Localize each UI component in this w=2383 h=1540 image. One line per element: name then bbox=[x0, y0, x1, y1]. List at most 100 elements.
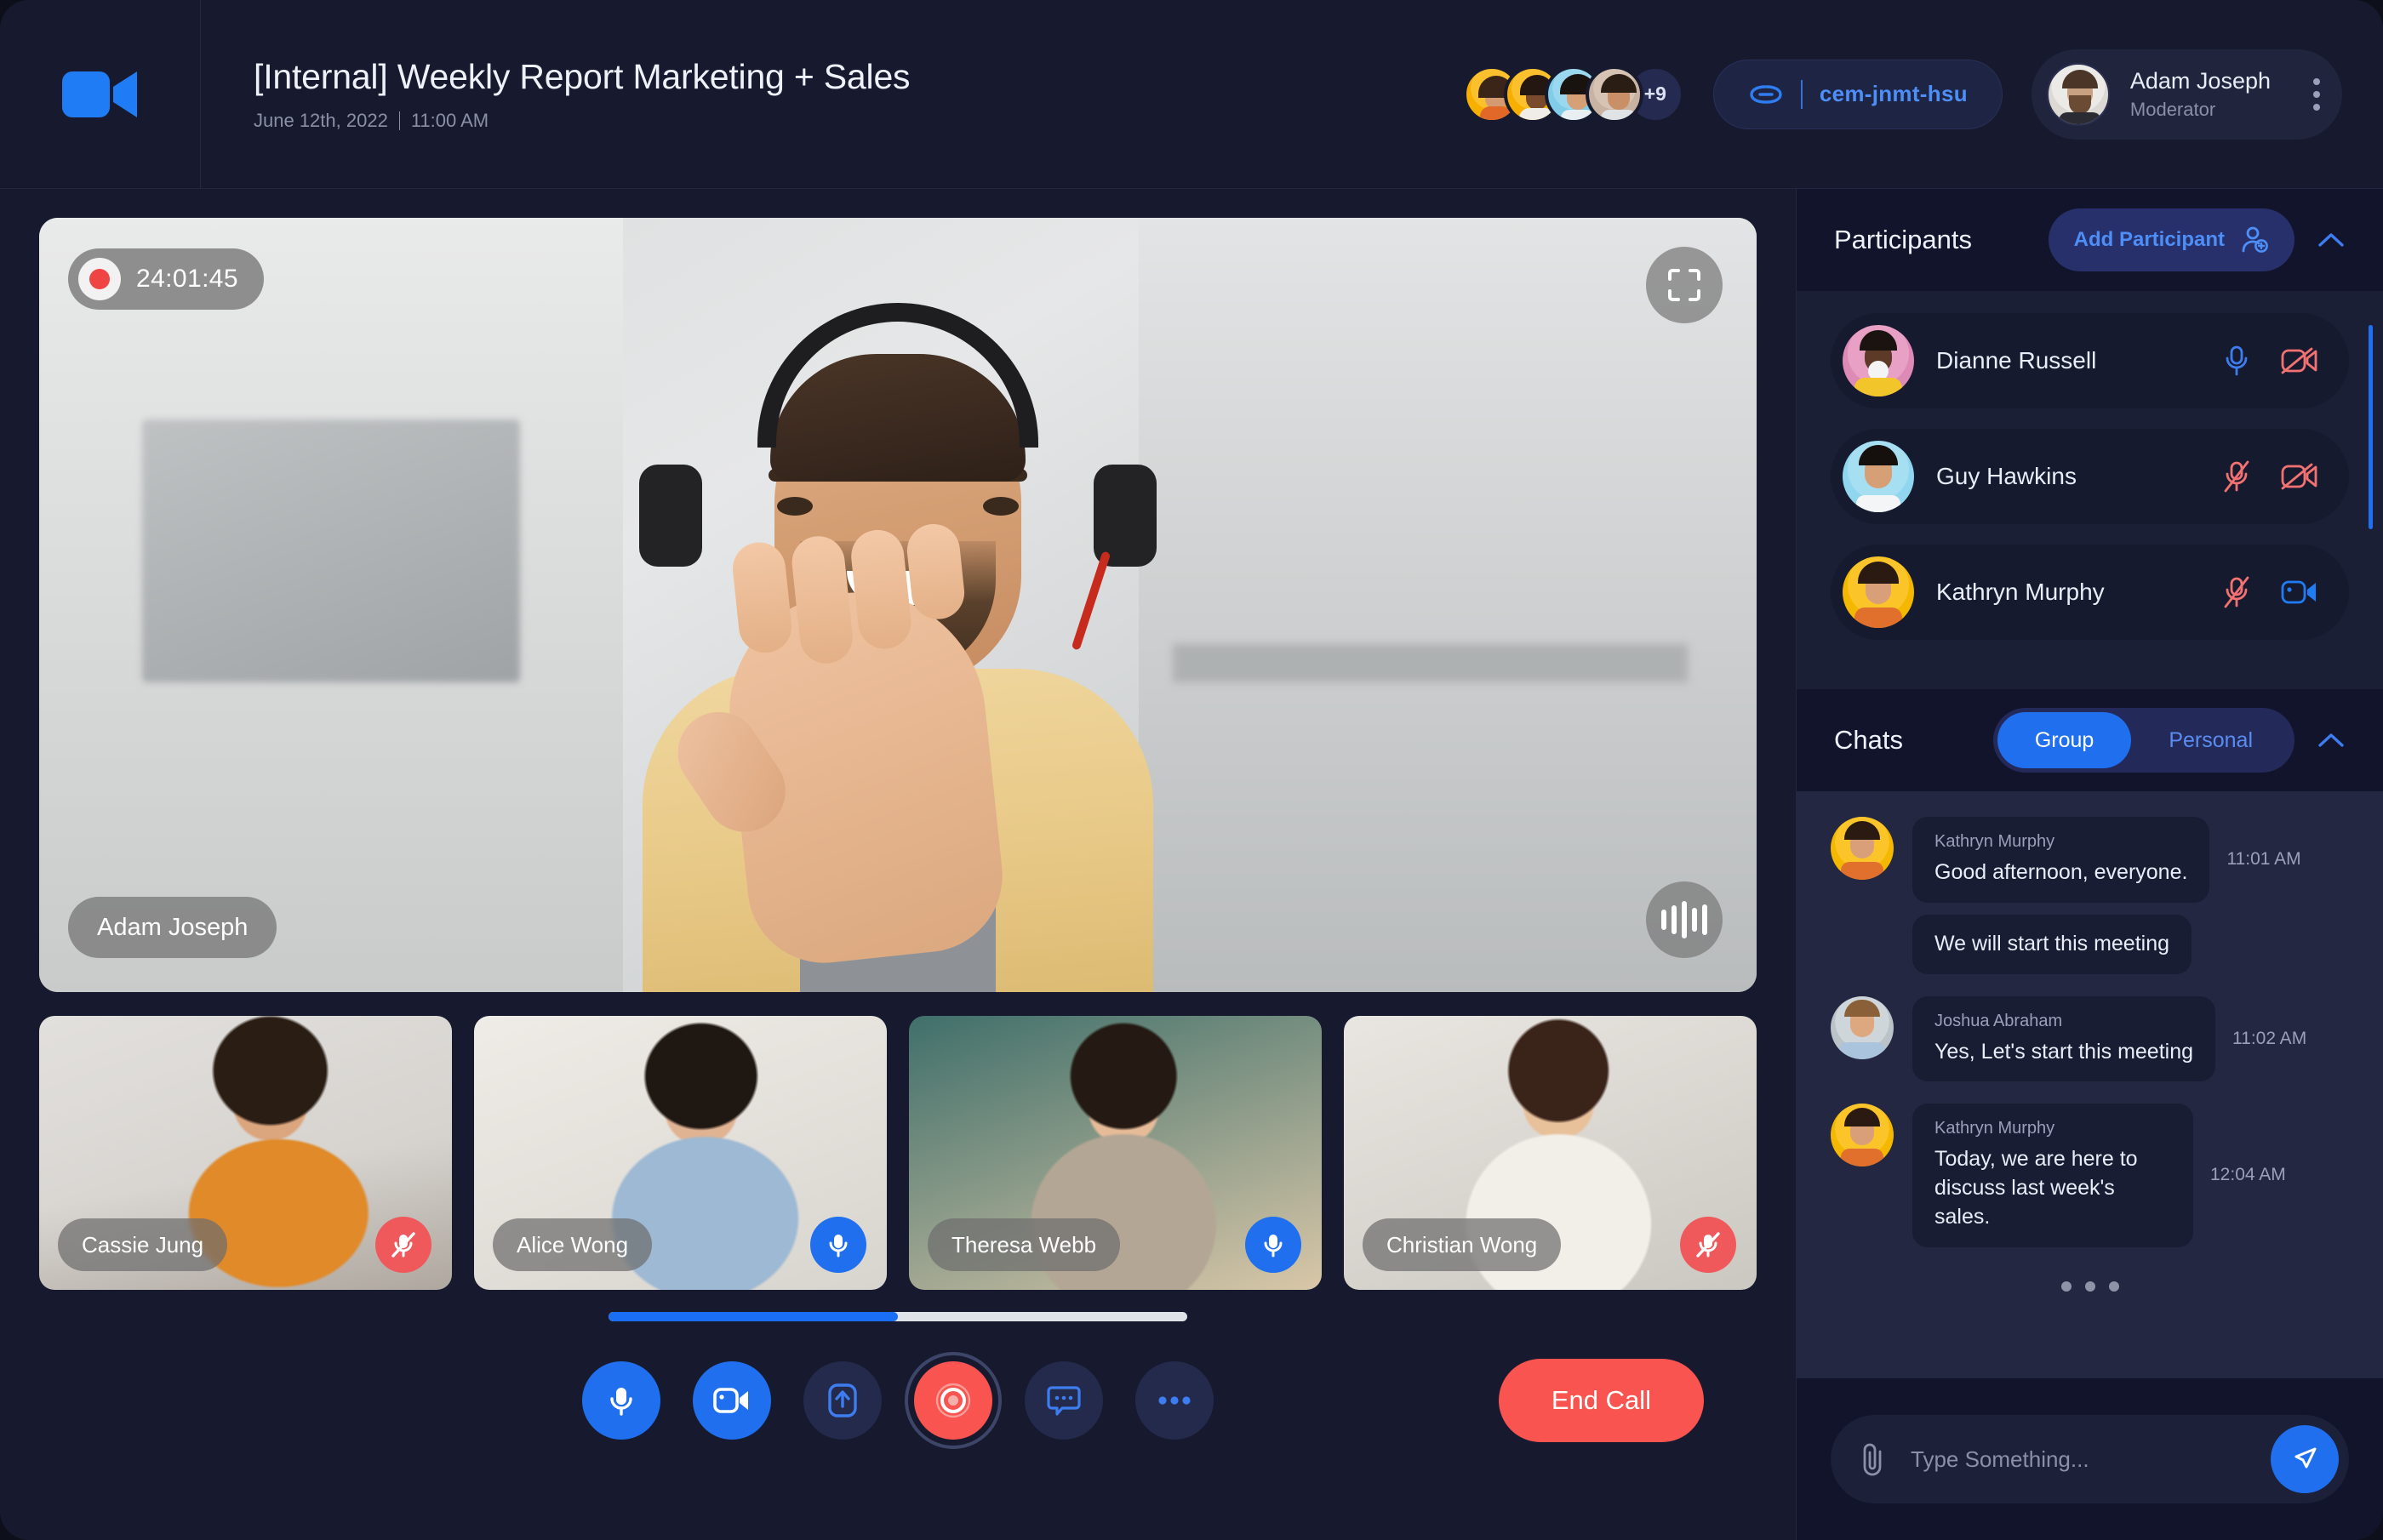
call-controls-group bbox=[582, 1352, 1214, 1449]
camera-off-icon[interactable] bbox=[2281, 346, 2318, 375]
avatar bbox=[1831, 1104, 1894, 1167]
thumbnail-name: Christian Wong bbox=[1363, 1218, 1562, 1271]
chat-sender: Kathryn Murphy bbox=[1934, 832, 2055, 851]
collapse-chats-button[interactable] bbox=[2317, 726, 2346, 755]
chat-text: Yes, Let's start this meeting bbox=[1934, 1039, 2194, 1064]
participant-row[interactable]: Guy Hawkins bbox=[1831, 429, 2349, 524]
chat-sender: Kathryn Murphy bbox=[1934, 1119, 2055, 1138]
filmstrip-scrollbar-thumb[interactable] bbox=[609, 1312, 898, 1321]
chat-message-group: Kathryn Murphy Good afternoon, everyone.… bbox=[1831, 817, 2349, 974]
mic-off-icon[interactable] bbox=[2221, 575, 2252, 609]
chat-bubble: Joshua Abraham Yes, Let's start this mee… bbox=[1912, 995, 2216, 1082]
participants-title: Participants bbox=[1834, 225, 1972, 254]
avatar bbox=[1843, 325, 1914, 396]
participant-status-icons bbox=[2221, 344, 2318, 378]
chat-timestamp: 11:01 AM bbox=[2226, 849, 2301, 870]
chat-pagination-dots[interactable] bbox=[1831, 1280, 2349, 1292]
mic-on-icon[interactable] bbox=[810, 1217, 866, 1273]
camera-off-icon[interactable] bbox=[2281, 462, 2318, 491]
chats-title: Chats bbox=[1834, 725, 1903, 755]
video-camera-icon bbox=[713, 1388, 748, 1413]
send-message-button[interactable] bbox=[2271, 1425, 2339, 1493]
more-dots-icon bbox=[1158, 1396, 1191, 1405]
thumbnail-tile[interactable]: Cassie Jung bbox=[39, 1016, 452, 1290]
participant-name: Guy Hawkins bbox=[1936, 463, 2077, 489]
avatar bbox=[1585, 65, 1643, 123]
chevron-up-icon bbox=[2318, 233, 2344, 247]
thumbnail-tile[interactable]: Christian Wong bbox=[1344, 1016, 1757, 1290]
chat-message: Kathryn Murphy Good afternoon, everyone.… bbox=[1912, 817, 2349, 903]
more-options-button[interactable] bbox=[1135, 1361, 1214, 1440]
paperclip-icon[interactable] bbox=[1860, 1440, 1889, 1479]
link-icon bbox=[1750, 84, 1782, 104]
meeting-id-pill[interactable]: cem-jnmt-hsu bbox=[1712, 59, 2003, 129]
profile-role: Moderator bbox=[2129, 98, 2216, 120]
speaker-name-badge: Adam Joseph bbox=[68, 897, 277, 958]
thumbnail-tile[interactable]: Alice Wong bbox=[474, 1016, 887, 1290]
record-button[interactable] bbox=[905, 1352, 1002, 1449]
fullscreen-icon[interactable] bbox=[1646, 247, 1723, 323]
collapse-participants-button[interactable] bbox=[2317, 225, 2346, 254]
mic-on-icon[interactable] bbox=[2221, 344, 2252, 378]
speaker-video-figure bbox=[634, 294, 1162, 992]
chat-text: We will start this meeting bbox=[1934, 931, 2170, 955]
mic-off-icon[interactable] bbox=[375, 1217, 431, 1273]
chat-input-wrapper[interactable]: Type Something... bbox=[1831, 1415, 2349, 1503]
participants-list: Dianne Russell Guy Hawkins Kathryn Murph… bbox=[1797, 291, 2383, 689]
send-icon bbox=[2294, 1447, 2317, 1469]
audio-waveform-icon[interactable] bbox=[1646, 881, 1723, 958]
end-call-button[interactable]: End Call bbox=[1498, 1359, 1704, 1442]
chat-message-stack: Kathryn Murphy Good afternoon, everyone.… bbox=[1912, 817, 2349, 974]
chat-scope-toggle: Group Personal bbox=[1992, 708, 2294, 773]
call-controls-bar: End Call bbox=[39, 1321, 1757, 1492]
camera-toggle-button[interactable] bbox=[693, 1361, 771, 1440]
share-screen-button[interactable] bbox=[803, 1361, 882, 1440]
participant-row[interactable]: Dianne Russell bbox=[1831, 313, 2349, 408]
mic-on-icon[interactable] bbox=[1245, 1217, 1301, 1273]
datetime-divider bbox=[398, 111, 400, 131]
participant-row[interactable]: Kathryn Murphy bbox=[1831, 545, 2349, 640]
main-video-tile[interactable]: 24:01:45 Adam Joseph bbox=[39, 218, 1757, 992]
avatar bbox=[2046, 62, 2110, 126]
chat-sender: Joshua Abraham bbox=[1934, 1011, 2063, 1030]
participant-filmstrip: Cassie Jung Alice Wong Theresa Webb Chri… bbox=[39, 1016, 1757, 1290]
profile-name: Adam Joseph bbox=[2129, 67, 2271, 94]
mic-off-icon[interactable] bbox=[2221, 459, 2252, 493]
chat-bubble: Kathryn Murphy Good afternoon, everyone. bbox=[1912, 817, 2210, 903]
user-profile-pill[interactable]: Adam Joseph Moderator bbox=[2031, 48, 2342, 140]
participant-avatar-stack[interactable]: +9 bbox=[1462, 65, 1684, 123]
chat-message-list[interactable]: Kathryn Murphy Good afternoon, everyone.… bbox=[1797, 791, 2383, 1378]
app-body: 24:01:45 Adam Joseph Cassie Jung Alice W… bbox=[0, 189, 2383, 1540]
camera-on-icon[interactable] bbox=[2281, 578, 2318, 607]
chats-panel-header: Chats Group Personal bbox=[1797, 689, 2383, 791]
chat-message-group: Joshua Abraham Yes, Let's start this mee… bbox=[1831, 995, 2349, 1082]
record-dot-icon bbox=[78, 258, 121, 300]
tab-group[interactable]: Group bbox=[1997, 712, 2132, 768]
tab-personal[interactable]: Personal bbox=[2131, 712, 2290, 768]
video-stage: 24:01:45 Adam Joseph Cassie Jung Alice W… bbox=[0, 189, 1796, 1540]
meeting-time: 11:00 AM bbox=[410, 110, 489, 132]
mic-toggle-button[interactable] bbox=[582, 1361, 660, 1440]
chat-bubble: Kathryn Murphy Today, we are here to dis… bbox=[1912, 1104, 2193, 1247]
chat-toggle-button[interactable] bbox=[1025, 1361, 1103, 1440]
right-sidebar: Participants Add Participant Dianne Russ… bbox=[1796, 189, 2383, 1540]
share-screen-icon bbox=[828, 1383, 857, 1417]
chat-timestamp: 12:04 AM bbox=[2210, 1165, 2286, 1185]
thumbnail-name: Alice Wong bbox=[493, 1218, 653, 1271]
filmstrip-scrollbar[interactable] bbox=[609, 1312, 1187, 1321]
avatar bbox=[1843, 556, 1914, 628]
participant-name: Kathryn Murphy bbox=[1936, 579, 2105, 605]
thumbnail-tile[interactable]: Theresa Webb bbox=[909, 1016, 1322, 1290]
add-user-icon bbox=[2242, 226, 2268, 253]
profile-text: Adam Joseph Moderator bbox=[2130, 68, 2271, 121]
mic-off-icon[interactable] bbox=[1680, 1217, 1736, 1273]
app-logo[interactable] bbox=[0, 0, 201, 188]
add-participant-label: Add Participant bbox=[2073, 228, 2225, 251]
chat-message-stack: Joshua Abraham Yes, Let's start this mee… bbox=[1912, 995, 2349, 1082]
chat-bubble-icon bbox=[1047, 1386, 1081, 1416]
kebab-menu-icon[interactable] bbox=[2313, 77, 2320, 111]
thumbnail-name: Theresa Webb bbox=[928, 1218, 1121, 1271]
chat-timestamp: 11:02 AM bbox=[2232, 1028, 2307, 1048]
participants-scrollbar[interactable] bbox=[2369, 325, 2373, 529]
add-participant-button[interactable]: Add Participant bbox=[2048, 208, 2294, 271]
